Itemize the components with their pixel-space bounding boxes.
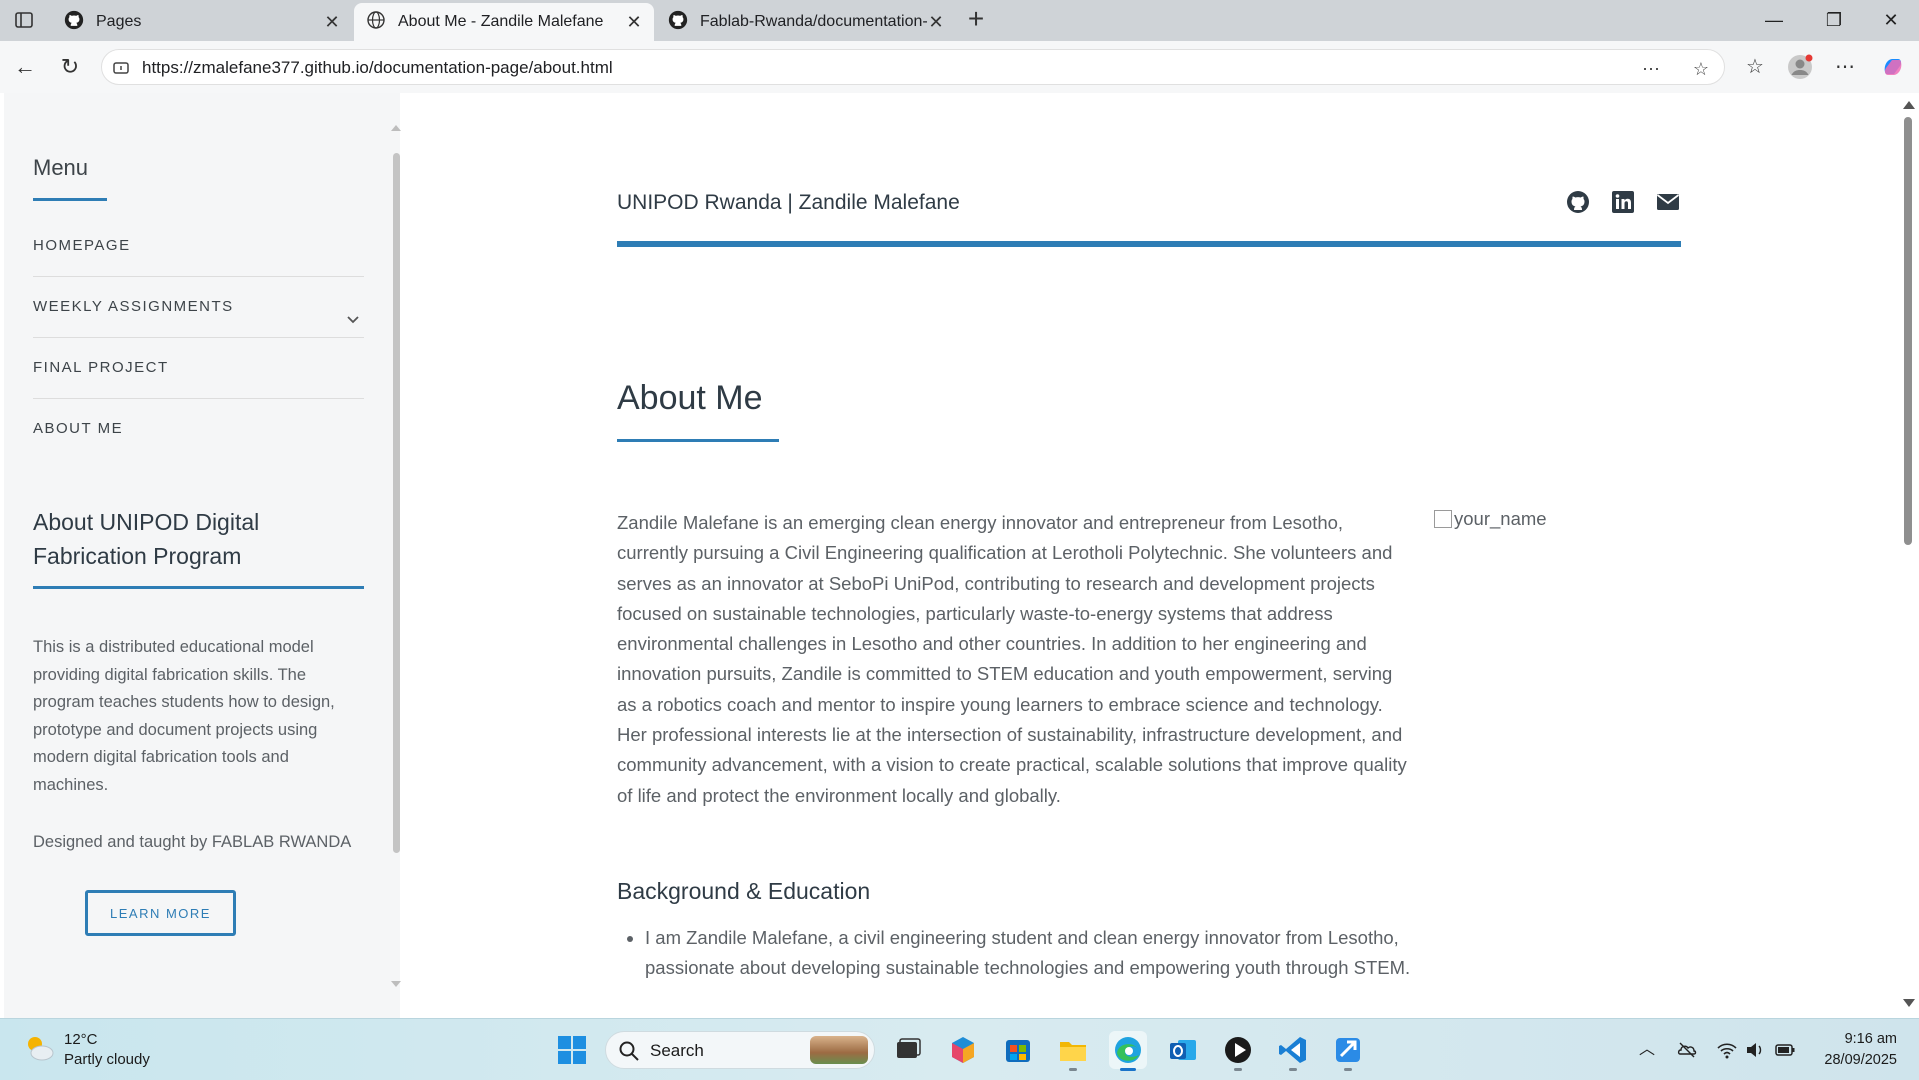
tab-actions-icon[interactable] [14, 10, 34, 30]
sidebar-item-final-project[interactable]: FINAL PROJECT [33, 338, 364, 399]
microsoft-365-icon[interactable] [944, 1031, 982, 1069]
background-heading: Background & Education [617, 878, 871, 904]
profile-image: your_name [1434, 508, 1547, 530]
page-viewport: Menu HOMEPAGE WEEKLY ASSIGNMENTS FINAL P… [0, 93, 1919, 1018]
background-list: I am Zandile Malefane, a civil engineeri… [617, 923, 1435, 984]
list-item: I am Zandile Malefane, a civil engineeri… [645, 923, 1435, 984]
search-label: Search [650, 1041, 704, 1060]
site-title[interactable]: UNIPOD Rwanda | Zandile Malefane [617, 191, 960, 215]
image-alt-text: your_name [1454, 508, 1547, 529]
sidebar-heading-underline [33, 586, 364, 589]
sidebar-item-label: ABOUT ME [33, 420, 124, 437]
tab-fablab-rwanda[interactable]: Fablab-Rwanda/documentation-p ✕ [656, 3, 956, 41]
globe-icon [366, 10, 386, 35]
refresh-icon[interactable]: ↻ [57, 54, 83, 80]
volume-icon[interactable] [1744, 1039, 1766, 1061]
envelope-icon[interactable] [1656, 190, 1682, 216]
sidebar-credit: Designed and taught by FABLAB RWANDA [33, 833, 352, 851]
weather-partly-cloudy-icon[interactable] [22, 1031, 56, 1065]
battery-icon[interactable] [1774, 1039, 1796, 1061]
sidebar-description: This is a distributed educational model … [33, 638, 335, 794]
minimize-icon[interactable]: — [1762, 8, 1786, 32]
search-highlight-icon [810, 1036, 868, 1064]
chevron-up-icon[interactable]: ︿ [1636, 1039, 1658, 1061]
sidebar-item-label: FINAL PROJECT [33, 359, 169, 376]
favorite-star-icon[interactable]: ☆ [1690, 58, 1712, 80]
scroll-down-arrow[interactable] [1903, 999, 1915, 1007]
scrollbar-thumb[interactable] [1904, 117, 1912, 545]
clock-date[interactable]: 28/09/2025 [1824, 1052, 1897, 1068]
copilot-icon[interactable] [1880, 54, 1906, 80]
windows-taskbar: 12°C Partly cloudy Search ︿ 9:16 am 28/0… [0, 1018, 1919, 1080]
favorites-icon[interactable]: ☆ [1742, 54, 1768, 80]
menu-underline [33, 198, 107, 201]
media-player-icon[interactable] [1219, 1031, 1257, 1071]
menu-title: Menu [33, 155, 89, 180]
weather-temperature[interactable]: 12°C [64, 1031, 98, 1048]
task-view-icon[interactable] [888, 1031, 926, 1069]
sidebar-heading: About UNIPOD Digital Fabrication Program [33, 509, 260, 569]
clock-time[interactable]: 9:16 am [1845, 1031, 1897, 1047]
linkedin-icon[interactable] [1611, 190, 1637, 216]
sidebar-scrollbar[interactable] [390, 101, 402, 1001]
new-tab-button[interactable]: + [962, 5, 990, 34]
github-icon [668, 10, 688, 35]
scroll-up-arrow[interactable] [391, 125, 401, 131]
reading-view-icon[interactable]: ⋯ [1640, 58, 1662, 80]
scrollbar-thumb[interactable] [393, 153, 400, 853]
tab-title: Pages [96, 13, 142, 30]
github-icon [64, 10, 84, 35]
main-scrollbar[interactable] [1899, 93, 1917, 1018]
outlook-icon[interactable] [1164, 1031, 1202, 1069]
close-window-icon[interactable]: ✕ [1879, 8, 1903, 32]
wifi-icon[interactable] [1716, 1039, 1738, 1061]
title-underline [617, 439, 779, 442]
sidebar-item-about-me[interactable]: ABOUT ME [33, 399, 364, 459]
taskbar-search[interactable]: Search [605, 1031, 875, 1069]
close-tab-icon[interactable]: ✕ [626, 13, 642, 31]
tab-pages[interactable]: Pages ✕ [52, 3, 352, 41]
restore-icon[interactable]: ❐ [1822, 8, 1846, 32]
edge-browser-icon[interactable] [1109, 1031, 1147, 1071]
more-options-icon[interactable]: ⋯ [1832, 54, 1858, 80]
microsoft-store-icon[interactable] [999, 1031, 1037, 1069]
vscode-icon[interactable] [1274, 1031, 1312, 1071]
sidebar: Menu HOMEPAGE WEEKLY ASSIGNMENTS FINAL P… [4, 93, 402, 1018]
onedrive-icon[interactable] [1676, 1039, 1698, 1061]
profile-avatar-icon[interactable] [1787, 54, 1813, 80]
about-paragraph: Zandile Malefane is an emerging clean en… [617, 512, 1407, 806]
back-arrow-icon[interactable]: ← [12, 54, 38, 80]
url-text: https://zmalefane377.github.io/documenta… [142, 58, 613, 77]
sidebar-item-homepage[interactable]: HOMEPAGE [33, 216, 364, 277]
sidebar-item-weekly-assignments[interactable]: WEEKLY ASSIGNMENTS [33, 277, 364, 338]
site-info-icon[interactable] [110, 58, 132, 80]
close-tab-icon[interactable]: ✕ [324, 13, 340, 31]
close-tab-icon[interactable]: ✕ [928, 13, 944, 31]
remote-app-icon[interactable] [1329, 1031, 1367, 1071]
browser-tab-bar: Pages ✕ About Me - Zandile Malefane ✕ Fa… [0, 0, 1919, 41]
sidebar-menu: HOMEPAGE WEEKLY ASSIGNMENTS FINAL PROJEC… [33, 216, 364, 459]
weather-description[interactable]: Partly cloudy [64, 1051, 150, 1068]
tab-title: About Me - Zandile Malefane [398, 13, 604, 30]
header-divider [617, 241, 1681, 247]
address-toolbar: ← ↻ https://zmalefane377.github.io/docum… [0, 41, 1919, 93]
chevron-down-icon[interactable] [344, 295, 362, 324]
github-icon[interactable] [1566, 190, 1592, 216]
learn-more-button[interactable]: LEARN MORE [85, 890, 236, 936]
tab-title: Fablab-Rwanda/documentation-p [700, 13, 928, 30]
scroll-down-arrow[interactable] [391, 981, 401, 987]
search-icon [618, 1040, 640, 1067]
sidebar-item-label: WEEKLY ASSIGNMENTS [33, 298, 234, 315]
file-explorer-icon[interactable] [1054, 1031, 1092, 1071]
windows-start-icon[interactable] [553, 1031, 591, 1069]
sidebar-item-label: HOMEPAGE [33, 237, 131, 254]
scroll-up-arrow[interactable] [1903, 101, 1915, 109]
page-title: About Me [617, 379, 763, 417]
address-bar[interactable]: https://zmalefane377.github.io/documenta… [101, 49, 1725, 85]
broken-image-icon [1434, 510, 1452, 528]
tab-about-me[interactable]: About Me - Zandile Malefane ✕ [354, 3, 654, 41]
